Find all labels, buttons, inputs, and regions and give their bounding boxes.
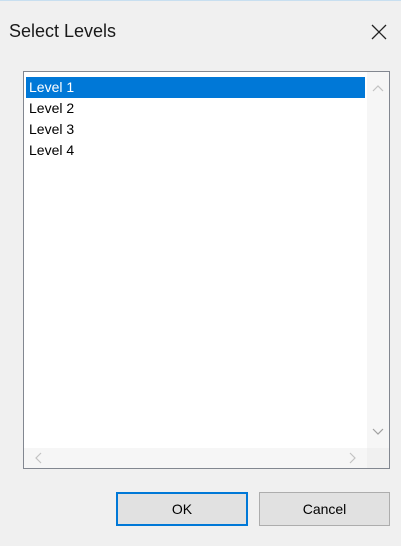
chevron-down-icon bbox=[372, 428, 384, 435]
cancel-button[interactable]: Cancel bbox=[259, 492, 390, 526]
ok-button[interactable]: OK bbox=[116, 492, 248, 526]
list-item-level-2[interactable]: Level 2 bbox=[26, 98, 365, 119]
horizontal-scrollbar[interactable] bbox=[24, 448, 367, 468]
scrollbar-corner bbox=[367, 448, 389, 468]
close-button[interactable] bbox=[364, 17, 394, 47]
scroll-left-button[interactable] bbox=[28, 448, 48, 468]
list-item-level-4[interactable]: Level 4 bbox=[26, 140, 365, 161]
scroll-down-button[interactable] bbox=[367, 422, 389, 442]
chevron-up-icon bbox=[372, 85, 384, 92]
list-item-level-1[interactable]: Level 1 bbox=[26, 77, 365, 98]
levels-list: Level 1 Level 2 Level 3 Level 4 bbox=[26, 77, 365, 161]
close-icon bbox=[371, 24, 387, 40]
chevron-right-icon bbox=[349, 452, 356, 464]
scroll-up-button[interactable] bbox=[367, 78, 389, 98]
select-levels-dialog: Select Levels Level 1 Level 2 Level 3 Le… bbox=[0, 0, 401, 546]
list-item-level-3[interactable]: Level 3 bbox=[26, 119, 365, 140]
dialog-title: Select Levels bbox=[9, 21, 117, 41]
vertical-scrollbar[interactable] bbox=[367, 72, 389, 448]
chevron-left-icon bbox=[35, 452, 42, 464]
scroll-right-button[interactable] bbox=[343, 448, 363, 468]
levels-listbox[interactable]: Level 1 Level 2 Level 3 Level 4 bbox=[23, 71, 390, 469]
